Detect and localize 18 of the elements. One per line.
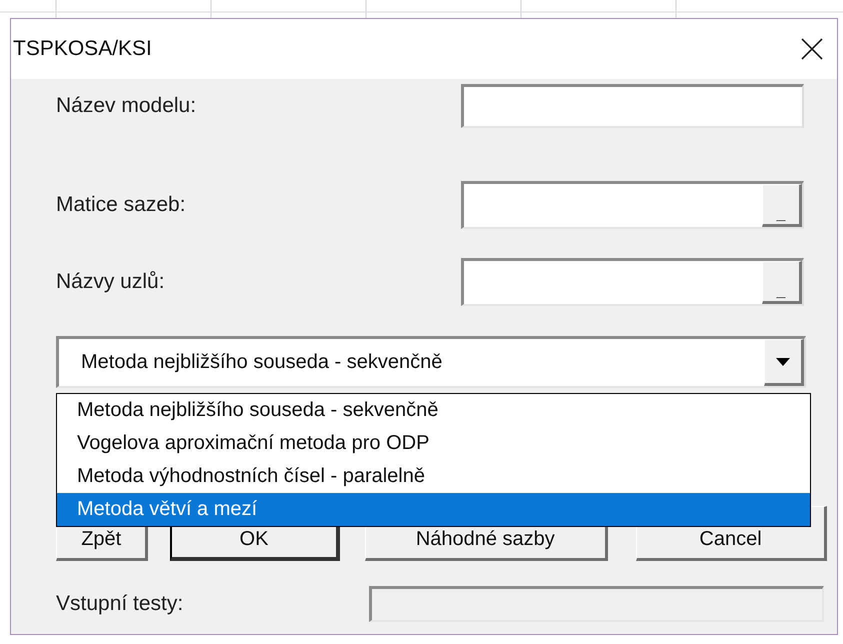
close-icon[interactable] [799,36,825,62]
dropdown-button[interactable] [764,339,804,386]
dropdown-option[interactable]: Metoda nejbližšího souseda - sekvenčně [57,394,810,427]
picker-button[interactable]: _ [762,184,802,227]
method-dropdown[interactable]: Metoda nejbližšího souseda - sekvenčně [56,336,806,388]
dropdown-option[interactable]: Vogelova aproximační metoda pro ODP [57,427,810,460]
dropdown-option[interactable]: Metoda výhodnostních čísel - paralelně [57,460,810,493]
field-label: Názvy uzlů: [56,270,165,294]
field-label: Název modelu: [56,94,196,118]
caret-icon [776,358,790,366]
input-field[interactable]: _ [461,258,804,306]
picker-button[interactable]: _ [762,261,802,304]
input-field[interactable] [461,84,804,128]
field-label: Vstupní testy: [56,592,184,616]
dropdown-option[interactable]: Metoda větví a mezí [57,493,810,526]
input-field[interactable]: _ [461,181,804,229]
window-title: TSPKOSA/KSI [13,37,152,61]
field-label: Matice sazeb: [56,193,186,217]
